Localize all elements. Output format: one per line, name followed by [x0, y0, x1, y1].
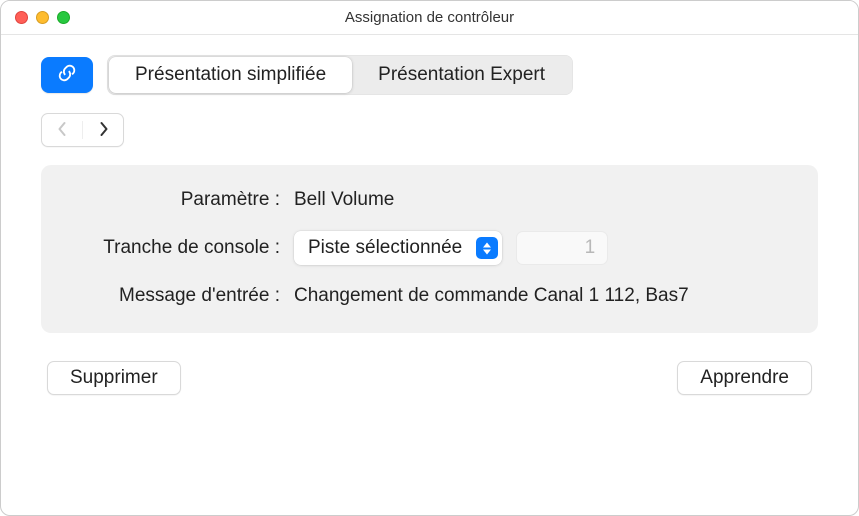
tab-simplified-view[interactable]: Présentation simplifiée — [109, 57, 352, 93]
nav-prev-button[interactable] — [42, 113, 82, 147]
input-message-value: Changement de commande Canal 1 112, Bas7 — [294, 285, 790, 307]
updown-caret-icon — [476, 237, 498, 259]
chevron-right-icon — [97, 121, 110, 140]
parameter-row: Paramètre : Bell Volume — [69, 189, 790, 211]
window-root: Assignation de contrôleur Présentation s… — [0, 0, 859, 516]
channel-strip-row: Tranche de console : Piste sélectionnée … — [69, 231, 790, 265]
input-message-label: Message d'entrée : — [69, 285, 294, 307]
chevron-left-icon — [56, 121, 69, 140]
channel-strip-select-value: Piste sélectionnée — [308, 237, 466, 259]
channel-strip-select[interactable]: Piste sélectionnée — [294, 231, 502, 265]
link-icon — [56, 62, 78, 89]
input-message-row: Message d'entrée : Changement de command… — [69, 285, 790, 307]
channel-strip-label: Tranche de console : — [69, 237, 294, 259]
learn-button[interactable]: Apprendre — [677, 361, 812, 395]
nav-next-button[interactable] — [83, 113, 123, 147]
traffic-lights — [15, 11, 70, 24]
footer-buttons: Supprimer Apprendre — [1, 333, 858, 395]
channel-strip-number-field[interactable]: 1 — [516, 231, 608, 265]
assignment-panel: Paramètre : Bell Volume Tranche de conso… — [41, 165, 818, 333]
view-mode-segmented-control: Présentation simplifiée Présentation Exp… — [107, 55, 573, 95]
tab-expert-view[interactable]: Présentation Expert — [352, 57, 571, 93]
toolbar: Présentation simplifiée Présentation Exp… — [1, 35, 858, 107]
parameter-label: Paramètre : — [69, 189, 294, 211]
link-toggle-button[interactable] — [41, 57, 93, 93]
parameter-value: Bell Volume — [294, 189, 790, 211]
titlebar: Assignation de contrôleur — [1, 1, 858, 35]
window-title: Assignation de contrôleur — [1, 9, 858, 26]
minimize-window-button[interactable] — [36, 11, 49, 24]
delete-button[interactable]: Supprimer — [47, 361, 181, 395]
close-window-button[interactable] — [15, 11, 28, 24]
nav-prev-next-group — [41, 113, 124, 147]
maximize-window-button[interactable] — [57, 11, 70, 24]
nav-row — [1, 107, 858, 165]
